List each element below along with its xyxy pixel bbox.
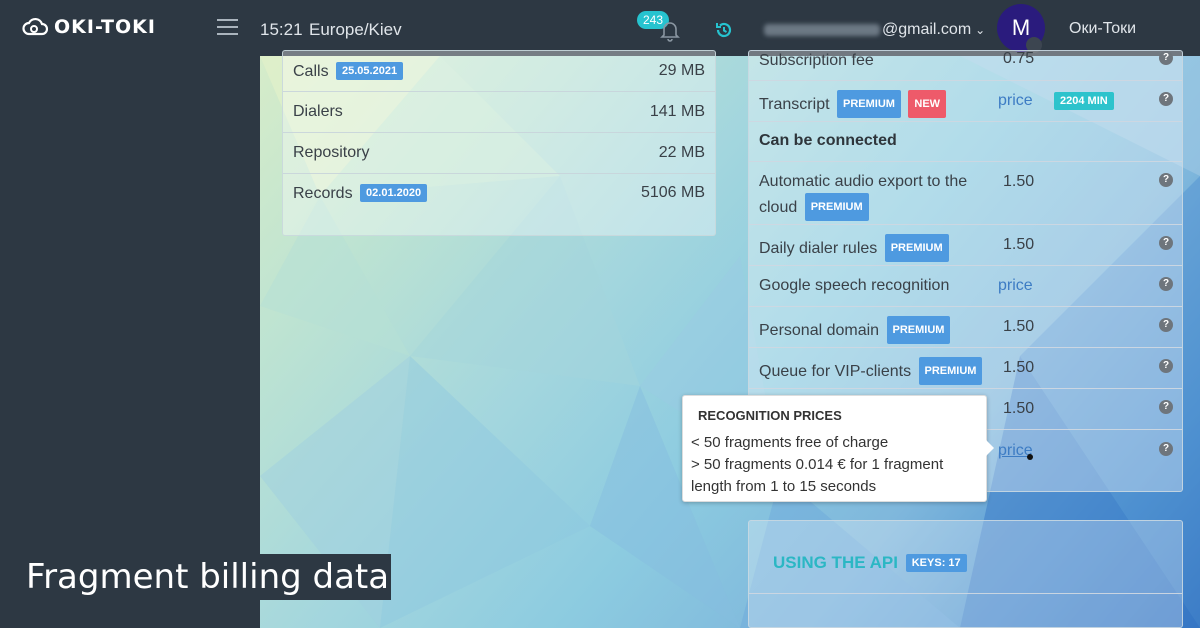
clock: 15:21: [260, 20, 303, 39]
help-icon[interactable]: ?: [1159, 236, 1173, 250]
help-icon[interactable]: ?: [1159, 442, 1173, 456]
cloud-icon: [22, 17, 48, 36]
recognition-prices-tooltip: RECOGNITION PRICES < 50 fragments free o…: [682, 395, 994, 502]
storage-usage-card: Calls 25.05.2021 29 MB Dialers 141 MB Re…: [282, 50, 716, 236]
date-badge: 25.05.2021: [336, 62, 404, 80]
price-link[interactable]: price: [998, 92, 1033, 110]
storage-row-value: 141 MB: [649, 103, 705, 120]
service-label: Automatic audio export to the: [759, 173, 968, 190]
service-row-daily-rules: Daily dialer rules PREMIUM 1.50 ?: [749, 225, 1182, 266]
premium-badge: PREMIUM: [918, 357, 983, 385]
username[interactable]: Оки-Токи: [1069, 20, 1136, 38]
premium-badge: PREMIUM: [836, 90, 901, 118]
email-domain: @gmail.com: [882, 21, 972, 38]
service-row-personal-domain: Personal domain PREMIUM 1.50 ?: [749, 307, 1182, 348]
help-icon[interactable]: ?: [1159, 359, 1173, 373]
storage-row-calls: Calls 25.05.2021 29 MB: [283, 51, 715, 92]
help-icon[interactable]: ?: [1159, 277, 1173, 291]
section-can-be-connected: Can be connected: [749, 122, 1182, 162]
service-row-subscription: Subscription fee 0.75 ?: [749, 41, 1182, 81]
keys-badge: KEYS: 17: [905, 554, 967, 572]
timezone[interactable]: Europe/Kiev: [309, 20, 402, 40]
service-label: Personal domain: [759, 322, 880, 339]
tooltip-line: length from 1 to 15 seconds: [691, 478, 877, 495]
service-label: Queue for VIP-clients: [759, 363, 912, 380]
tooltip-line: < 50 fragments free of charge: [691, 434, 889, 451]
service-row-vip-queue: Queue for VIP-clients PREMIUM 1.50 ?: [749, 348, 1182, 389]
storage-row-value: 5106 MB: [640, 184, 705, 201]
menu-icon[interactable]: [217, 19, 238, 36]
service-label: Subscription fee: [759, 52, 874, 69]
service-price: 0.75: [1003, 50, 1035, 67]
storage-row-dialers: Dialers 141 MB: [283, 92, 715, 133]
help-icon[interactable]: ?: [1159, 92, 1173, 106]
premium-badge: PREMIUM: [886, 316, 951, 344]
cursor-icon: [1027, 454, 1033, 460]
help-icon[interactable]: ?: [1159, 400, 1173, 414]
storage-row-value: 22 MB: [658, 144, 705, 161]
tooltip-title: RECOGNITION PRICES: [698, 408, 842, 423]
storage-row-label: Calls: [293, 63, 329, 80]
service-label: Google speech recognition: [759, 277, 950, 294]
date-badge: 02.01.2020: [360, 184, 428, 202]
logo[interactable]: OKI-TOKI: [22, 16, 156, 38]
service-price: 1.50: [1003, 359, 1035, 376]
tooltip-arrow: [986, 440, 994, 456]
tooltip-line: > 50 fragments 0.014 € for 1 fragment: [691, 456, 944, 473]
help-icon[interactable]: ?: [1159, 51, 1173, 65]
section-title: Can be connected: [759, 132, 897, 149]
storage-row-records: Records 02.01.2020 5106 MB: [283, 173, 715, 214]
service-label-cont: cloud: [759, 199, 798, 216]
sidebar: [0, 56, 260, 628]
service-label: Transcript: [759, 96, 830, 113]
service-price: 1.50: [1003, 318, 1035, 335]
service-price: 1.50: [1003, 400, 1035, 417]
account-email-dropdown[interactable]: @gmail.com ⌄: [764, 21, 985, 39]
history-icon[interactable]: [714, 20, 734, 40]
storage-row-label: Records: [293, 185, 353, 202]
service-row-google-speech: Google speech recognition price ?: [749, 266, 1182, 307]
bell-icon[interactable]: [660, 20, 680, 42]
storage-row-repository: Repository 22 MB: [283, 133, 715, 174]
chevron-down-icon: ⌄: [975, 23, 986, 37]
price-link[interactable]: price: [998, 277, 1033, 295]
service-price: 1.50: [1003, 236, 1035, 253]
logo-text: OKI-TOKI: [54, 16, 156, 38]
storage-row-value: 29 MB: [658, 62, 705, 79]
storage-row-label: Dialers: [293, 103, 343, 120]
premium-badge: PREMIUM: [884, 234, 949, 262]
service-row-transcript: Transcript PREMIUM NEW price 2204 MIN ?: [749, 81, 1182, 122]
api-card: USING THE API KEYS: 17: [748, 520, 1183, 628]
storage-row-label: Repository: [293, 144, 370, 161]
service-row-audio-export: Automatic audio export to the cloud PREM…: [749, 162, 1182, 225]
help-icon[interactable]: ?: [1159, 173, 1173, 187]
service-price: 1.50: [1003, 173, 1035, 190]
service-label: Daily dialer rules: [759, 240, 878, 257]
new-badge: NEW: [908, 90, 947, 118]
divider: [749, 593, 1182, 594]
redacted-email: [764, 23, 880, 36]
caption: Fragment billing data: [24, 554, 392, 600]
premium-badge: PREMIUM: [804, 193, 869, 221]
api-title: USING THE API: [773, 553, 898, 572]
help-icon[interactable]: ?: [1159, 318, 1173, 332]
minutes-badge: 2204 MIN: [1054, 92, 1114, 110]
